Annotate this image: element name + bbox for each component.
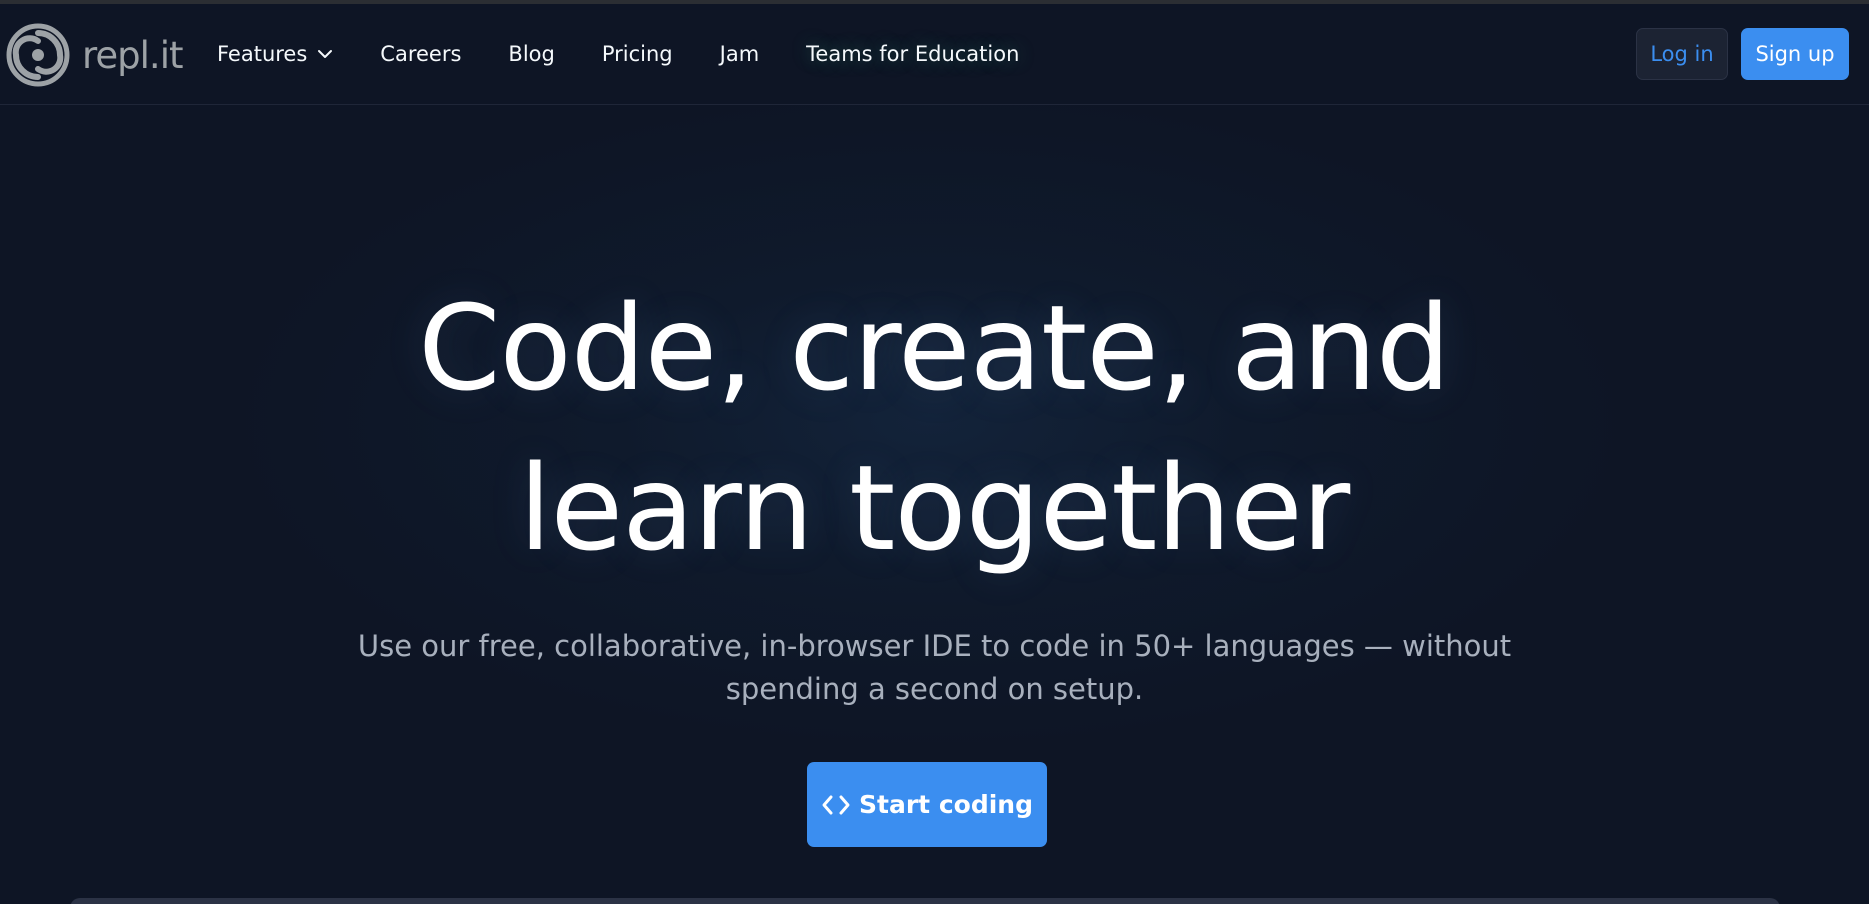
logo-link[interactable]: repl.it [6, 22, 183, 88]
signup-button[interactable]: Sign up [1741, 28, 1849, 80]
hero-subtitle-line-1: Use our free, collaborative, in-browser … [357, 629, 1512, 663]
login-button[interactable]: Log in [1636, 28, 1728, 80]
nav-item-pricing[interactable]: Pricing [602, 42, 673, 66]
brand-name: repl.it [82, 33, 183, 77]
start-coding-button[interactable]: Start coding [807, 762, 1047, 847]
start-coding-label: Start coding [859, 790, 1033, 819]
nav-item-blog[interactable]: Blog [508, 42, 554, 66]
hero-subtitle-line-2: spending a second on setup. [725, 672, 1144, 706]
nav-item-features[interactable]: Features [217, 42, 333, 66]
editor-preview-panel [70, 898, 1780, 904]
nav-item-jam[interactable]: Jam [720, 42, 760, 66]
chevron-down-icon [318, 50, 333, 58]
nav-item-label: Features [217, 42, 308, 66]
nav-item-teams-for-education[interactable]: Teams for Education [806, 42, 1019, 66]
hero-title: Code, create, and learn together [234, 268, 1634, 588]
nav-item-careers[interactable]: Careers [380, 42, 461, 66]
hero-title-line-2: learn together [518, 439, 1351, 577]
top-navigation: repl.it Features Careers Blog Pricing Ja… [0, 4, 1869, 105]
page: repl.it Features Careers Blog Pricing Ja… [0, 0, 1869, 904]
hero-subtitle: Use our free, collaborative, in-browser … [300, 625, 1569, 711]
hero-title-line-1: Code, create, and [418, 279, 1451, 417]
nav-links: Features Careers Blog Pricing Jam Teams … [217, 4, 1066, 104]
replit-spiral-icon [6, 23, 70, 87]
code-brackets-icon [822, 795, 850, 814]
